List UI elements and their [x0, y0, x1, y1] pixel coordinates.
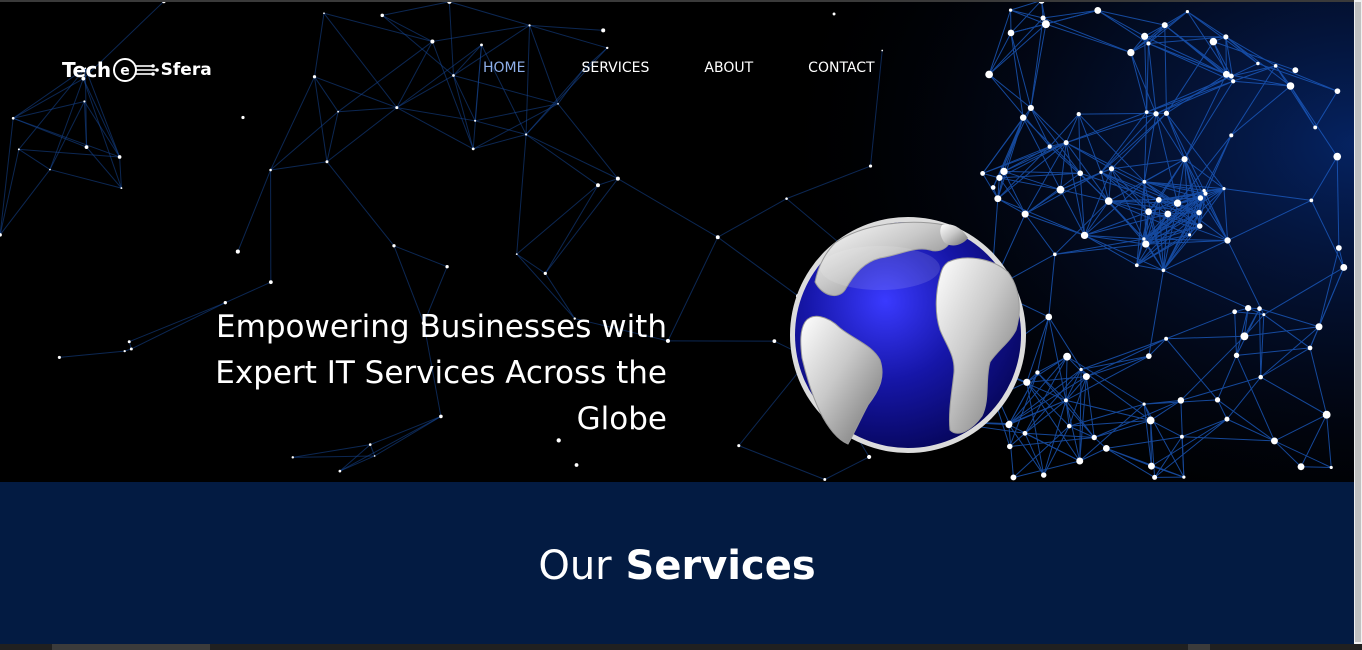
circuit-e-icon: e: [112, 58, 159, 82]
services-title-light: Our: [538, 543, 612, 589]
globe-illustration: [790, 217, 1026, 453]
taskbar-tray-item[interactable]: [1188, 644, 1210, 650]
taskbar-window-tab[interactable]: [52, 644, 210, 650]
services-title-bold: Services: [625, 543, 816, 589]
headline-line-1: Empowering Businesses with: [216, 309, 667, 345]
page: Tech e Sfera HOME SERVICES ABOUT CONTACT…: [0, 0, 1362, 650]
nav-contact[interactable]: CONTACT: [808, 58, 874, 78]
headline-line-3: Globe: [576, 401, 667, 437]
headline-line-2: Expert IT Services Across the: [215, 355, 667, 391]
nav-home[interactable]: HOME: [483, 58, 525, 78]
logo-text-tech: Tech: [62, 58, 111, 82]
scrollbar-thumb[interactable]: [1355, 2, 1361, 642]
logo-text-sfera: Sfera: [160, 60, 212, 80]
browser-top-edge: [0, 0, 1362, 2]
hero-headline: Empowering Businesses with Expert IT Ser…: [130, 304, 667, 442]
hero-section: Tech e Sfera HOME SERVICES ABOUT CONTACT…: [0, 0, 1354, 482]
page-scrollbar[interactable]: [1354, 0, 1362, 644]
services-title: Our Services: [0, 538, 1354, 594]
main-nav: HOME SERVICES ABOUT CONTACT: [483, 58, 875, 78]
svg-text:e: e: [120, 63, 130, 79]
nav-services[interactable]: SERVICES: [581, 58, 649, 78]
nav-about[interactable]: ABOUT: [704, 58, 753, 78]
brand-logo[interactable]: Tech e Sfera: [62, 52, 212, 88]
os-taskbar: [0, 644, 1362, 650]
